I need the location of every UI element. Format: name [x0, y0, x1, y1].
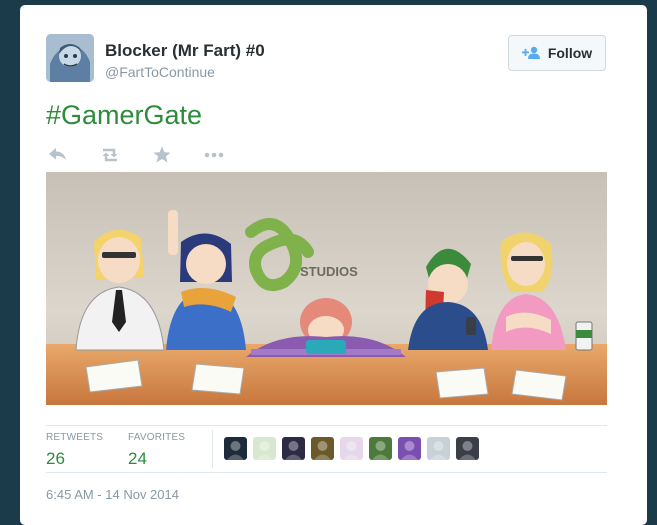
- reply-icon[interactable]: [46, 143, 70, 167]
- retweets-label: RETWEETS: [46, 432, 104, 443]
- retweets-count: 26: [46, 449, 65, 468]
- favoriter-avatar[interactable]: [398, 437, 421, 460]
- divider-top: [46, 425, 607, 426]
- tweet-media-image[interactable]: STUDIOS: [46, 172, 607, 405]
- favoriter-avatar[interactable]: [282, 437, 305, 460]
- favorites-label: FAVORITES: [128, 432, 186, 443]
- favoriter-avatar[interactable]: [369, 437, 392, 460]
- favorites-count: 24: [128, 449, 147, 468]
- favoriter-avatar[interactable]: [253, 437, 276, 460]
- divider-bottom: [46, 472, 607, 473]
- follow-button-label: Follow: [547, 45, 593, 61]
- more-options-icon[interactable]: [202, 143, 226, 167]
- author-avatar[interactable]: [46, 34, 94, 82]
- favoriter-avatar[interactable]: [311, 437, 334, 460]
- follow-user-icon: [521, 46, 542, 60]
- favoriter-avatar[interactable]: [224, 437, 247, 460]
- tweet-card: Blocker (Mr Fart) #0 @FartToContinue Fol…: [20, 5, 647, 525]
- retweets-stat[interactable]: RETWEETS 26: [46, 432, 103, 469]
- favoriter-avatar[interactable]: [427, 437, 450, 460]
- tweet-hashtag-link[interactable]: #GamerGate: [46, 100, 202, 131]
- author-handle[interactable]: @FartToContinue: [105, 64, 215, 80]
- studio-logo-text: STUDIOS: [300, 264, 358, 279]
- retweet-icon[interactable]: [98, 143, 122, 167]
- favoriter-avatar[interactable]: [456, 437, 479, 460]
- stats-separator: [212, 430, 213, 468]
- favorite-star-icon[interactable]: [150, 143, 174, 167]
- favoriter-avatar[interactable]: [340, 437, 363, 460]
- tweet-timestamp[interactable]: 6:45 AM - 14 Nov 2014: [46, 487, 179, 502]
- follow-button[interactable]: Follow: [508, 35, 606, 71]
- favorites-stat[interactable]: FAVORITES 24: [128, 432, 185, 469]
- author-name[interactable]: Blocker (Mr Fart) #0: [105, 41, 265, 61]
